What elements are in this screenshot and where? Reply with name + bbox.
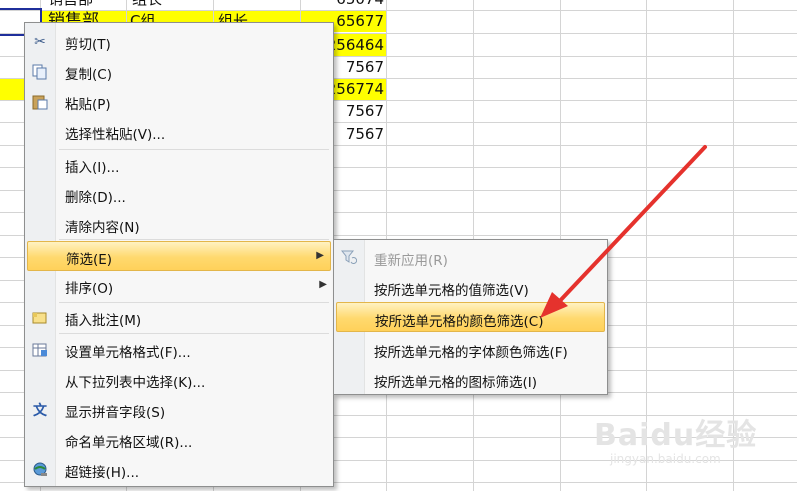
watermark-url: jingyan.baidu.com xyxy=(610,452,721,466)
watermark-brand: Baidu经验 xyxy=(594,418,758,453)
baidu-watermark: Baidu经验 jingyan.baidu.com xyxy=(594,410,758,466)
